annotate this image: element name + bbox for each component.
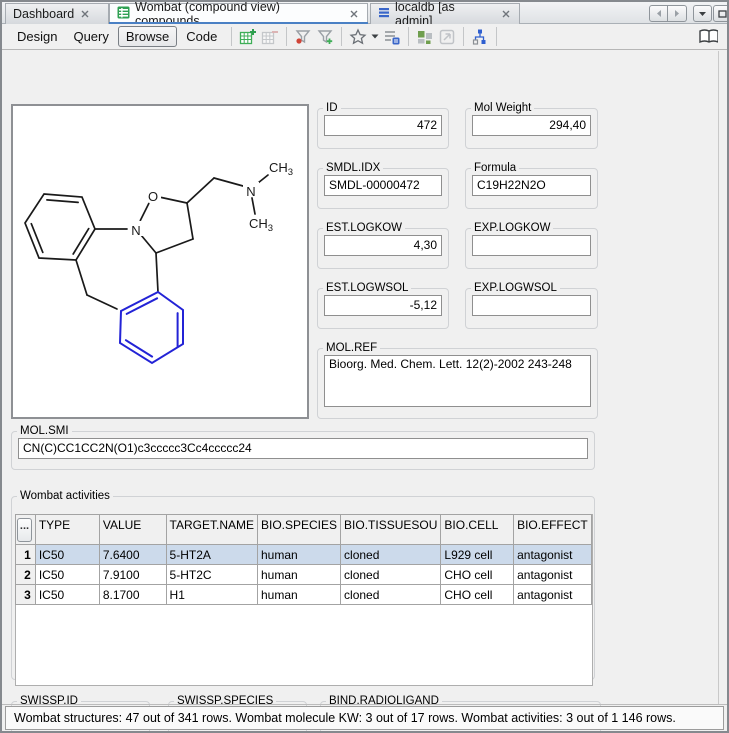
atom-label-n-ring: N (131, 223, 140, 238)
field-group-mol-ref: MOL.REF Bioorg. Med. Chem. Lett. 12(2)-2… (317, 343, 598, 419)
column-header-bio-effect[interactable]: BIO.EFFECT (514, 515, 592, 545)
toolbar-separator (231, 27, 232, 46)
methyl-label-bottom: CH3 (249, 216, 273, 234)
field-group-mol-smi: MOL.SMI CN(C)CC1CC2N(O1)c3ccccc3Cc4ccccc… (11, 426, 595, 470)
mol-smi-field[interactable]: CN(C)CC1CC2N(O1)c3ccccc3Cc4ccccc24 (18, 438, 588, 459)
content-right-edge (718, 51, 719, 704)
filter-remove-icon[interactable] (293, 27, 313, 47)
field-group-est-logkow: EST.LOGKOW 4,30 (317, 223, 449, 269)
field-label: ID (323, 103, 341, 114)
database-list-icon (378, 7, 390, 21)
field-list-icon[interactable] (382, 27, 402, 47)
bookmarks-book-icon[interactable] (698, 27, 718, 47)
field-label: EST.LOGKOW (323, 223, 405, 234)
maximize-icon[interactable] (713, 5, 729, 22)
remove-data-tree-icon[interactable] (260, 27, 280, 47)
field-group-smdl-idx: SMDL.IDX SMDL-00000472 (317, 163, 449, 209)
filter-add-icon[interactable] (315, 27, 335, 47)
design-button[interactable]: Design (10, 27, 64, 46)
field-label: MOL.REF (323, 343, 380, 354)
table-row[interactable]: 2 IC50 7.9100 5-HT2C human cloned CHO ce… (16, 565, 592, 585)
favorites-star-icon[interactable] (348, 27, 368, 47)
field-label: EXP.LOGWSOL (471, 283, 560, 294)
field-label: SMDL.IDX (323, 163, 383, 174)
star-dropdown-caret-icon[interactable] (370, 27, 380, 47)
tab-label: Dashboard (13, 7, 74, 21)
molecule-structure: O N N CH3 CH3 (13, 106, 307, 417)
wombat-activities-group: Wombat activities ... TYPE VALUE TARGET.… (11, 491, 595, 680)
field-label: EXP.LOGKOW (471, 223, 553, 234)
code-button[interactable]: Code (179, 27, 224, 46)
activities-table: ... TYPE VALUE TARGET.NAME BIO.SPECIES B… (15, 514, 592, 605)
application-window: Dashboard Wombat (compound view) compoun… (0, 0, 729, 733)
activities-grid-area: ... TYPE VALUE TARGET.NAME BIO.SPECIES B… (15, 514, 593, 686)
form-grid-icon (117, 6, 130, 22)
highlighted-ring (120, 292, 183, 363)
field-group-exp-logwsol: EXP.LOGWSOL (465, 283, 598, 329)
structure-viewer-panel[interactable]: O N N CH3 CH3 (11, 104, 309, 419)
scroll-right-icon[interactable] (668, 5, 687, 22)
tab-dashboard[interactable]: Dashboard (5, 3, 109, 24)
toolbar-separator (463, 27, 464, 46)
main-toolbar: Design Query Browse Code (2, 24, 727, 50)
field-group-exp-logkow: EXP.LOGKOW (465, 223, 598, 269)
tab-localdb[interactable]: localdb [as admin] (370, 3, 520, 24)
activities-label: Wombat activities (17, 491, 113, 502)
tab-bar: Dashboard Wombat (compound view) compoun… (2, 2, 727, 24)
atom-label-o: O (148, 189, 158, 204)
id-field[interactable]: 472 (324, 115, 442, 136)
tab-nav-buttons (649, 5, 687, 22)
mol-ref-field[interactable]: Bioorg. Med. Chem. Lett. 12(2)-2002 243-… (324, 355, 591, 407)
form-content-area: O N N CH3 CH3 ID 472 Mol Weight 294,40 S… (2, 51, 727, 701)
hierarchy-tree-icon[interactable] (470, 27, 490, 47)
field-group-id: ID 472 (317, 103, 449, 149)
column-header-bio-tissuesource[interactable]: BIO.TISSUESOU (341, 515, 441, 545)
query-button[interactable]: Query (66, 27, 115, 46)
add-data-tree-icon[interactable] (238, 27, 258, 47)
content-bottom-divider (2, 704, 727, 705)
dropdown-arrow-icon[interactable] (693, 5, 712, 22)
status-text: Wombat structures: 47 out of 341 rows. W… (14, 711, 676, 725)
maximize-control (713, 5, 729, 22)
exp-logwsol-field[interactable] (472, 295, 591, 316)
field-label: Mol Weight (471, 103, 534, 114)
table-row[interactable]: 3 IC50 8.1700 H1 human cloned CHO cell a… (16, 585, 592, 605)
close-icon[interactable] (79, 8, 91, 20)
field-label: EST.LOGWSOL (323, 283, 411, 294)
mol-weight-field[interactable]: 294,40 (472, 115, 591, 136)
column-header-bio-species[interactable]: BIO.SPECIES (258, 515, 341, 545)
field-group-formula: Formula C19H22N2O (465, 163, 598, 209)
methyl-label-top: CH3 (269, 160, 293, 178)
close-icon[interactable] (348, 8, 360, 20)
tab-wombat-compound-view[interactable]: Wombat (compound view) compounds (109, 3, 368, 24)
toolbar-separator (496, 27, 497, 46)
layout-blocks-icon[interactable] (415, 27, 435, 47)
close-icon[interactable] (500, 8, 512, 20)
column-header-target-name[interactable]: TARGET.NAME (166, 515, 257, 545)
smdl-idx-field[interactable]: SMDL-00000472 (324, 175, 442, 196)
export-widget-icon[interactable] (437, 27, 457, 47)
table-options-button[interactable]: ... (17, 518, 32, 542)
exp-logkow-field[interactable] (472, 235, 591, 256)
column-header-type[interactable]: TYPE (35, 515, 99, 545)
tab-list-dropdown (693, 5, 712, 22)
column-header-value[interactable]: VALUE (99, 515, 166, 545)
atom-label-n-amine: N (246, 184, 255, 199)
column-header-bio-cell[interactable]: BIO.CELL (441, 515, 514, 545)
field-group-est-logwsol: EST.LOGWSOL -5,12 (317, 283, 449, 329)
toolbar-separator (408, 27, 409, 46)
formula-field[interactable]: C19H22N2O (472, 175, 591, 196)
toolbar-separator (286, 27, 287, 46)
status-bar: Wombat structures: 47 out of 341 rows. W… (5, 706, 724, 730)
browse-button[interactable]: Browse (118, 26, 177, 47)
est-logkow-field[interactable]: 4,30 (324, 235, 442, 256)
field-group-mol-weight: Mol Weight 294,40 (465, 103, 598, 149)
table-header-row: ... TYPE VALUE TARGET.NAME BIO.SPECIES B… (16, 515, 592, 545)
est-logwsol-field[interactable]: -5,12 (324, 295, 442, 316)
toolbar-separator (341, 27, 342, 46)
field-label: MOL.SMI (17, 426, 72, 437)
field-label: Formula (471, 163, 519, 174)
table-row[interactable]: 1 IC50 7.6400 5-HT2A human cloned L929 c… (16, 545, 592, 565)
scroll-left-icon[interactable] (649, 5, 668, 22)
